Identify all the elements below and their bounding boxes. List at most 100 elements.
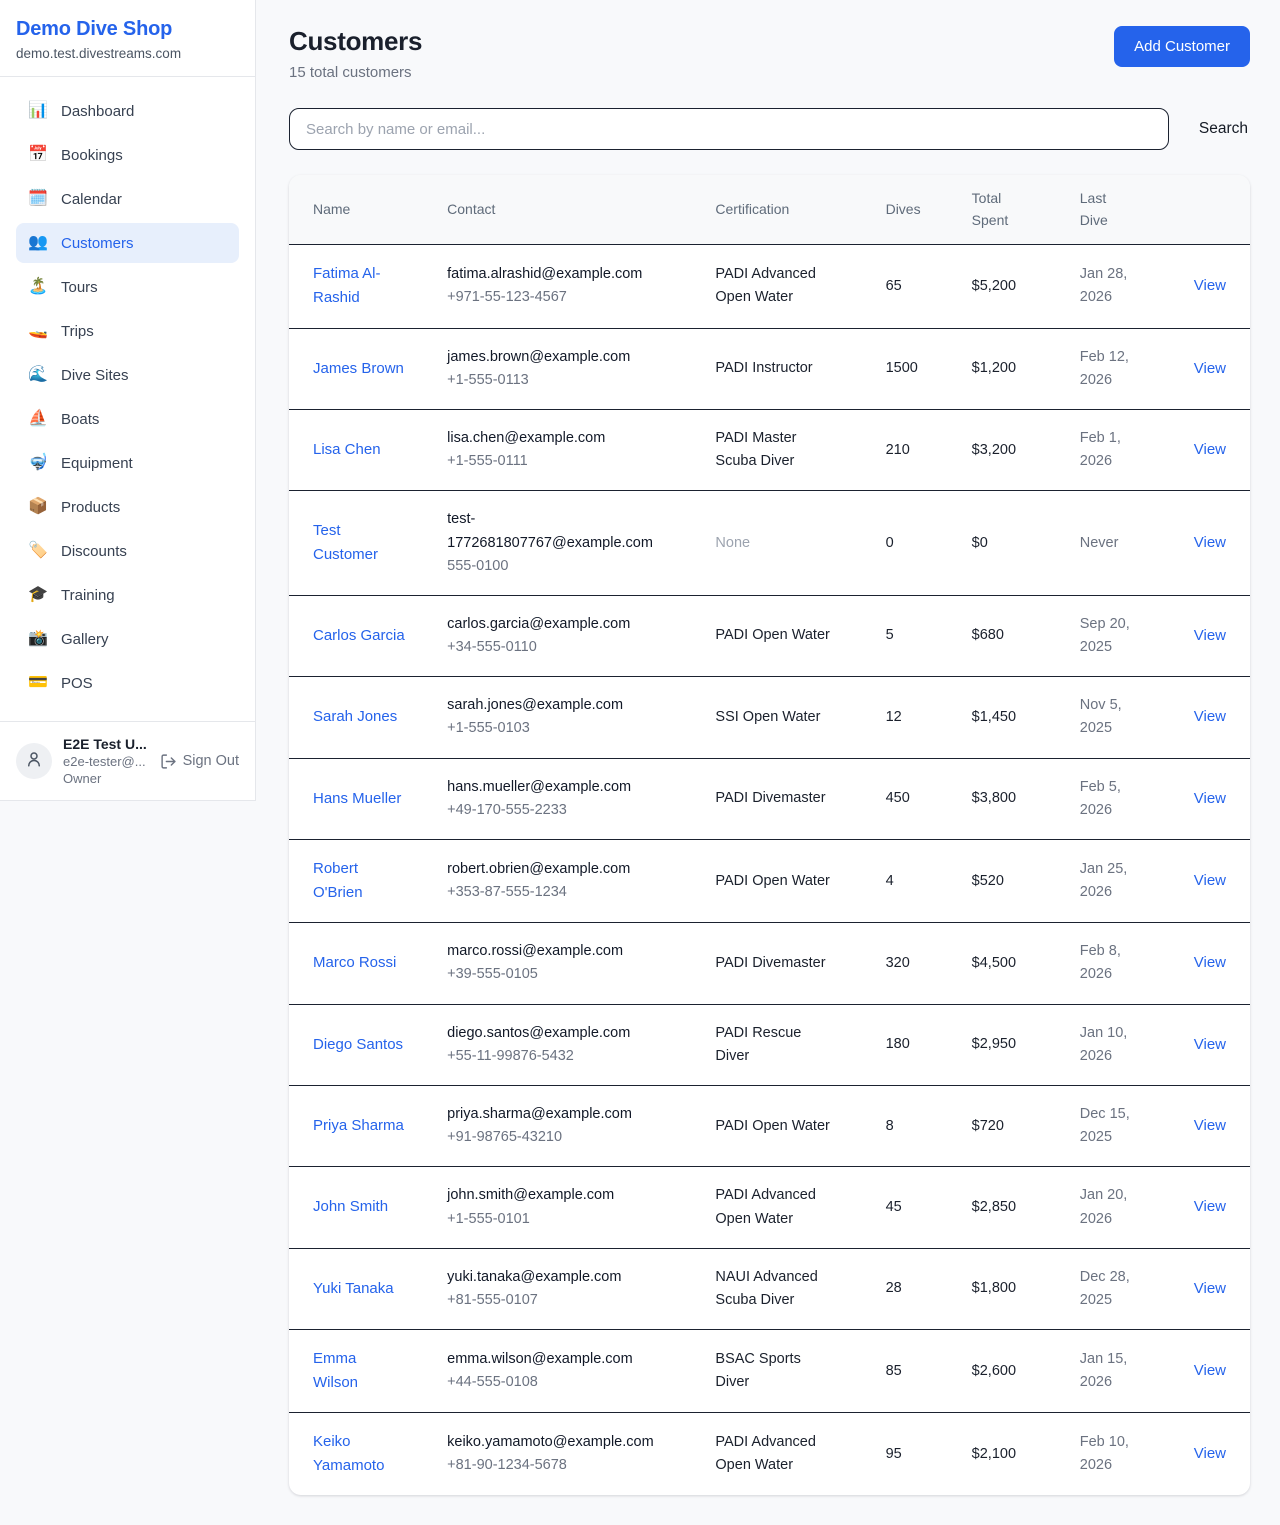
view-link[interactable]: View xyxy=(1194,708,1226,725)
customers-table: Name Contact Certification Dives Total S… xyxy=(289,175,1250,1495)
customer-last-dive: Feb 8, 2026 xyxy=(1080,940,1140,986)
sidebar-item-tours[interactable]: 🏝️ Tours xyxy=(16,267,239,307)
customer-email: hans.mueller@example.com xyxy=(447,776,665,799)
view-link[interactable]: View xyxy=(1194,1036,1226,1053)
view-link[interactable]: View xyxy=(1194,1198,1226,1215)
sign-out-button[interactable]: Sign Out xyxy=(160,753,239,770)
customer-phone: +44-555-0108 xyxy=(447,1371,691,1394)
bar-chart-icon: 📊 xyxy=(28,103,48,119)
sidebar-item-bookings[interactable]: 📅 Bookings xyxy=(16,135,239,175)
customer-name-link[interactable]: Sarah Jones xyxy=(313,705,397,729)
view-link[interactable]: View xyxy=(1194,1280,1226,1297)
view-link[interactable]: View xyxy=(1194,1362,1226,1379)
customer-name-link[interactable]: Emma Wilson xyxy=(313,1347,405,1395)
view-link[interactable]: View xyxy=(1194,790,1226,807)
customer-total-spent: $2,950 xyxy=(960,1004,1068,1085)
sidebar-item-boats[interactable]: ⛵ Boats xyxy=(16,399,239,439)
camera-icon: 📸 xyxy=(28,631,48,647)
customer-name-link[interactable]: Fatima Al-Rashid xyxy=(313,262,405,310)
customer-email: john.smith@example.com xyxy=(447,1184,665,1207)
view-link[interactable]: View xyxy=(1194,627,1226,644)
user-email: e2e-tester@... xyxy=(63,754,149,769)
column-header-name: Name xyxy=(289,175,435,245)
view-link[interactable]: View xyxy=(1194,534,1226,551)
sidebar-item-customers[interactable]: 👥 Customers xyxy=(16,223,239,263)
view-link[interactable]: View xyxy=(1194,277,1226,294)
customer-dives: 28 xyxy=(874,1248,960,1329)
customer-name-link[interactable]: Hans Mueller xyxy=(313,787,401,811)
view-link[interactable]: View xyxy=(1194,441,1226,458)
avatar xyxy=(16,743,52,779)
customer-certification: PADI Rescue Diver xyxy=(715,1022,833,1068)
sidebar-item-discounts[interactable]: 🏷️ Discounts xyxy=(16,531,239,571)
sidebar-item-dive-sites[interactable]: 🌊 Dive Sites xyxy=(16,355,239,395)
view-link[interactable]: View xyxy=(1194,872,1226,889)
table-row: Emma Wilson emma.wilson@example.com +44-… xyxy=(289,1330,1250,1413)
customer-email: test-1772681807767@example.com xyxy=(447,508,665,554)
search-input[interactable] xyxy=(289,108,1169,150)
search-row: Search xyxy=(289,108,1250,150)
customer-phone: +55-11-99876-5432 xyxy=(447,1045,691,1068)
customer-name-link[interactable]: John Smith xyxy=(313,1195,388,1219)
customer-total-spent: $2,100 xyxy=(960,1413,1068,1496)
customer-name-link[interactable]: Lisa Chen xyxy=(313,438,381,462)
customer-last-dive: Dec 28, 2025 xyxy=(1080,1266,1140,1312)
customer-phone: +1-555-0111 xyxy=(447,450,691,473)
customer-name-link[interactable]: Robert O'Brien xyxy=(313,857,405,905)
page-title: Customers xyxy=(289,26,422,57)
sidebar-item-equipment[interactable]: 🤿 Equipment xyxy=(16,443,239,483)
sidebar-item-gallery[interactable]: 📸 Gallery xyxy=(16,619,239,659)
customer-name-link[interactable]: Keiko Yamamoto xyxy=(313,1430,405,1478)
search-button[interactable]: Search xyxy=(1197,114,1250,144)
calendar-icon: 📅 xyxy=(28,147,48,163)
view-link[interactable]: View xyxy=(1194,954,1226,971)
customer-last-dive: Sep 20, 2025 xyxy=(1080,613,1140,659)
column-header-actions xyxy=(1164,175,1250,245)
customer-certification: PADI Advanced Open Water xyxy=(715,1184,833,1230)
sidebar: Demo Dive Shop demo.test.divestreams.com… xyxy=(0,0,256,801)
customer-phone: +353-87-555-1234 xyxy=(447,881,691,904)
logout-icon xyxy=(160,753,177,770)
sidebar-item-dashboard[interactable]: 📊 Dashboard xyxy=(16,91,239,131)
customer-dives: 450 xyxy=(874,758,960,839)
view-link[interactable]: View xyxy=(1194,360,1226,377)
customer-name-link[interactable]: Test Customer xyxy=(313,519,405,567)
customer-dives: 180 xyxy=(874,1004,960,1085)
customer-name-link[interactable]: Carlos Garcia xyxy=(313,624,405,648)
customer-name-link[interactable]: Priya Sharma xyxy=(313,1114,404,1138)
customer-email: marco.rossi@example.com xyxy=(447,940,665,963)
island-icon: 🏝️ xyxy=(28,279,48,295)
customer-phone: +34-555-0110 xyxy=(447,636,691,659)
view-link[interactable]: View xyxy=(1194,1445,1226,1462)
shop-name: Demo Dive Shop xyxy=(16,18,239,41)
customer-certification: PADI Open Water xyxy=(715,1115,833,1138)
sidebar-item-products[interactable]: 📦 Products xyxy=(16,487,239,527)
customer-phone: +1-555-0101 xyxy=(447,1208,691,1231)
customer-email: emma.wilson@example.com xyxy=(447,1348,665,1371)
package-icon: 📦 xyxy=(28,499,48,515)
customer-email: robert.obrien@example.com xyxy=(447,858,665,881)
shop-domain: demo.test.divestreams.com xyxy=(16,46,239,61)
sidebar-item-training[interactable]: 🎓 Training xyxy=(16,575,239,615)
table-row: Marco Rossi marco.rossi@example.com +39-… xyxy=(289,923,1250,1004)
customer-phone: 555-0100 xyxy=(447,555,691,578)
sidebar-item-trips[interactable]: 🚤 Trips xyxy=(16,311,239,351)
tear-off-calendar-icon: 🗓️ xyxy=(28,191,48,207)
table-row: Yuki Tanaka yuki.tanaka@example.com +81-… xyxy=(289,1248,1250,1329)
view-link[interactable]: View xyxy=(1194,1117,1226,1134)
customer-dives: 45 xyxy=(874,1167,960,1248)
customer-name-link[interactable]: Marco Rossi xyxy=(313,951,396,975)
user-block: E2E Test U... e2e-tester@... Owner Sign … xyxy=(0,721,255,800)
customer-total-spent: $680 xyxy=(960,595,1068,676)
table-row: Lisa Chen lisa.chen@example.com +1-555-0… xyxy=(289,409,1250,490)
user-role: Owner xyxy=(63,771,149,786)
customer-last-dive: Dec 15, 2025 xyxy=(1080,1103,1140,1149)
add-customer-button[interactable]: Add Customer xyxy=(1114,26,1250,67)
customer-name-link[interactable]: Diego Santos xyxy=(313,1033,403,1057)
sidebar-item-pos[interactable]: 💳 POS xyxy=(16,663,239,703)
sidebar-item-calendar[interactable]: 🗓️ Calendar xyxy=(16,179,239,219)
customer-email: keiko.yamamoto@example.com xyxy=(447,1431,665,1454)
customer-name-link[interactable]: Yuki Tanaka xyxy=(313,1277,394,1301)
customer-name-link[interactable]: James Brown xyxy=(313,357,404,381)
customer-dives: 1500 xyxy=(874,328,960,409)
